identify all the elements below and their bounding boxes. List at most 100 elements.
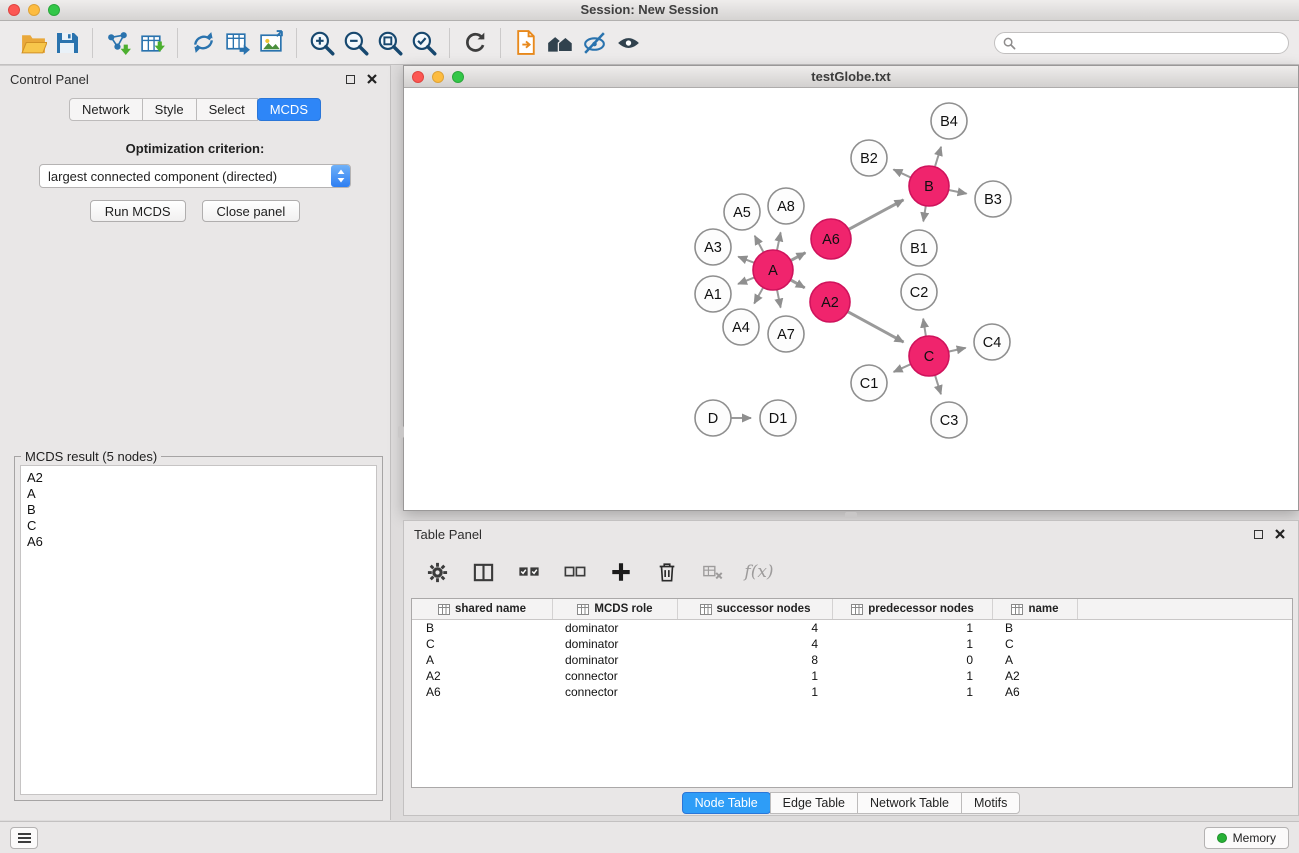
import-network-file-icon[interactable]	[101, 26, 135, 60]
edge-A-A7[interactable]	[777, 290, 781, 308]
node-A7[interactable]: A7	[768, 316, 804, 352]
float-panel-icon[interactable]	[342, 71, 358, 87]
tab-mcds[interactable]: MCDS	[257, 98, 321, 121]
search-input[interactable]	[1021, 36, 1280, 50]
list-item[interactable]: C	[21, 518, 376, 534]
node-A1[interactable]: A1	[695, 276, 731, 312]
node-D1[interactable]: D1	[760, 400, 796, 436]
tab-node-table[interactable]: Node Table	[682, 792, 771, 814]
edge-C-C3[interactable]	[935, 375, 941, 394]
node-B4[interactable]: B4	[931, 103, 967, 139]
zoom-selected-icon[interactable]	[407, 26, 441, 60]
table-row[interactable]: A6connector11A6	[412, 684, 1292, 700]
hide-panels-icon[interactable]	[577, 26, 611, 60]
edge-A-A6[interactable]	[791, 253, 806, 261]
import-table-file-icon[interactable]	[135, 26, 169, 60]
close-panel-button[interactable]: Close panel	[202, 200, 301, 222]
search-field[interactable]	[994, 32, 1289, 54]
run-mcds-button[interactable]: Run MCDS	[90, 200, 186, 222]
edge-C-C1[interactable]	[894, 364, 911, 372]
list-item[interactable]: A	[21, 486, 376, 502]
zoom-in-icon[interactable]	[305, 26, 339, 60]
column-header-shared-name[interactable]: shared name	[412, 599, 553, 619]
zoom-fit-icon[interactable]	[373, 26, 407, 60]
list-item[interactable]: A2	[21, 470, 376, 486]
select-all-icon[interactable]	[516, 559, 542, 585]
node-C1[interactable]: C1	[851, 365, 887, 401]
table-row[interactable]: Adominator80A	[412, 652, 1292, 668]
node-A4[interactable]: A4	[723, 309, 759, 345]
edge-C-C4[interactable]	[949, 348, 966, 352]
edge-C-C2[interactable]	[923, 319, 926, 337]
mcds-result-list[interactable]: A2ABCA6	[20, 465, 377, 795]
delete-row-icon[interactable]	[654, 559, 680, 585]
clear-table-icon[interactable]	[700, 559, 726, 585]
add-row-icon[interactable]	[608, 559, 634, 585]
splitter-handle[interactable]	[398, 426, 404, 438]
node-A2[interactable]: A2	[810, 282, 850, 322]
column-header-successor-nodes[interactable]: successor nodes	[678, 599, 833, 619]
task-history-button[interactable]	[10, 827, 38, 849]
show-columns-icon[interactable]	[470, 559, 496, 585]
show-panels-icon[interactable]	[611, 26, 645, 60]
window-titlebar[interactable]: Session: New Session	[0, 0, 1299, 21]
edge-B-B3[interactable]	[949, 190, 967, 194]
network-canvas[interactable]: B4B2BB3A5A8A6B1A3AC2A1A2A4A7C4CC1C3DD1	[405, 89, 1297, 509]
export-table-icon[interactable]	[220, 26, 254, 60]
tab-motifs[interactable]: Motifs	[961, 792, 1020, 814]
edge-A-A2[interactable]	[790, 280, 804, 288]
node-table[interactable]: shared nameMCDS rolesuccessor nodesprede…	[411, 598, 1293, 788]
network-window[interactable]: testGlobe.txt B4B2BB3A5A8A6B1A3AC2A1A2A4…	[403, 65, 1299, 511]
list-item[interactable]: A6	[21, 534, 376, 550]
function-builder-icon[interactable]: f(x)	[746, 559, 772, 585]
edge-B-B1[interactable]	[923, 206, 926, 222]
column-header-name[interactable]: name	[993, 599, 1078, 619]
close-table-panel-icon[interactable]	[1272, 526, 1288, 542]
settings-icon[interactable]	[424, 559, 450, 585]
optimization-criterion-select[interactable]: largest connected component (directed)	[39, 164, 351, 188]
node-C2[interactable]: C2	[901, 274, 937, 310]
node-A3[interactable]: A3	[695, 229, 731, 265]
node-A5[interactable]: A5	[724, 194, 760, 230]
node-A6[interactable]: A6	[811, 219, 851, 259]
close-panel-icon[interactable]	[364, 71, 380, 87]
table-row[interactable]: A2connector11A2	[412, 668, 1292, 684]
clone-network-icon[interactable]	[186, 26, 220, 60]
open-recent-icon[interactable]	[509, 26, 543, 60]
node-C4[interactable]: C4	[974, 324, 1010, 360]
zoom-out-icon[interactable]	[339, 26, 373, 60]
home-layout-icon[interactable]	[543, 26, 577, 60]
node-C[interactable]: C	[909, 336, 949, 376]
save-session-icon[interactable]	[50, 26, 84, 60]
splitter-handle[interactable]	[845, 512, 857, 518]
open-session-icon[interactable]	[16, 26, 50, 60]
column-header-predecessor-nodes[interactable]: predecessor nodes	[833, 599, 993, 619]
tab-select[interactable]: Select	[196, 98, 258, 121]
edge-B-B4[interactable]	[935, 147, 941, 167]
export-image-icon[interactable]	[254, 26, 288, 60]
node-A8[interactable]: A8	[768, 188, 804, 224]
node-B[interactable]: B	[909, 166, 949, 206]
edge-A-A1[interactable]	[738, 277, 754, 284]
network-window-titlebar[interactable]: testGlobe.txt	[404, 66, 1298, 88]
node-D[interactable]: D	[695, 400, 731, 436]
tab-style[interactable]: Style	[142, 98, 197, 121]
node-C3[interactable]: C3	[931, 402, 967, 438]
edge-A-A3[interactable]	[738, 257, 754, 263]
table-row[interactable]: Bdominator41B	[412, 620, 1292, 636]
tab-edge-table[interactable]: Edge Table	[770, 792, 858, 814]
list-item[interactable]: B	[21, 502, 376, 518]
edge-A-A4[interactable]	[754, 287, 763, 303]
tab-network[interactable]: Network	[69, 98, 143, 121]
edge-A2-C[interactable]	[848, 312, 904, 343]
node-B2[interactable]: B2	[851, 140, 887, 176]
node-B3[interactable]: B3	[975, 181, 1011, 217]
edge-A-A5[interactable]	[755, 236, 764, 253]
network-graph[interactable]: B4B2BB3A5A8A6B1A3AC2A1A2A4A7C4CC1C3DD1	[405, 89, 1297, 509]
tab-network-table[interactable]: Network Table	[857, 792, 962, 814]
node-B1[interactable]: B1	[901, 230, 937, 266]
edge-B-B2[interactable]	[893, 169, 910, 177]
column-header-MCDS-role[interactable]: MCDS role	[553, 599, 678, 619]
table-row[interactable]: Cdominator41C	[412, 636, 1292, 652]
unselect-all-icon[interactable]	[562, 559, 588, 585]
